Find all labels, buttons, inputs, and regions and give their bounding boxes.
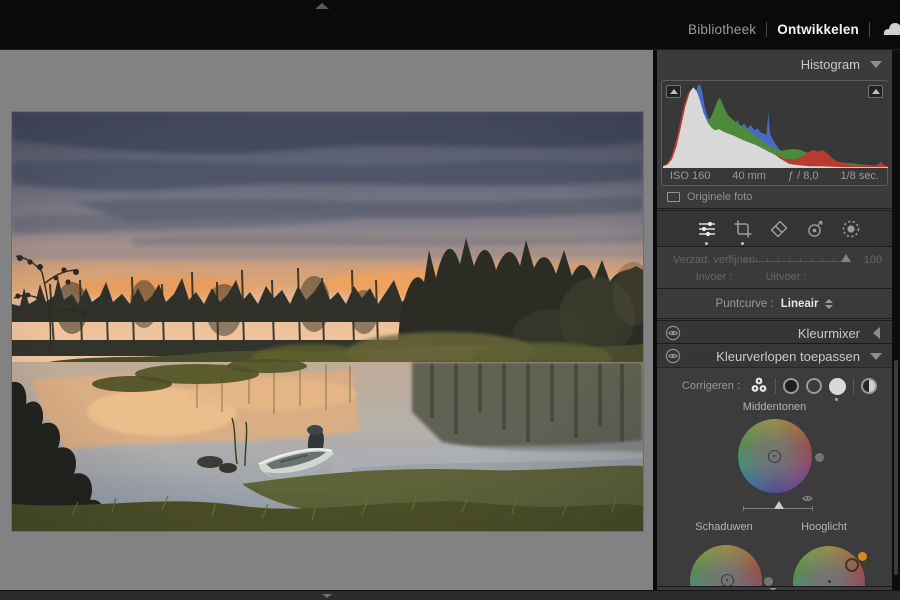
exif-aperture: ƒ / 8,0: [788, 170, 819, 182]
module-picker: Bibliotheek Ontwikkelen: [688, 0, 900, 50]
output-label: Uitvoer :: [751, 271, 821, 283]
photo-workspace[interactable]: [0, 50, 653, 590]
highlights-hue-dot[interactable]: [858, 552, 867, 561]
shadow-clipping-toggle[interactable]: [666, 85, 681, 98]
point-curve-row: Puntcurve : Lineair: [657, 290, 892, 319]
heal-icon[interactable]: [768, 217, 790, 241]
histogram-panel[interactable]: ISO 160 40 mm ƒ / 8,0 1/8 sec.: [661, 80, 888, 186]
point-curve-label: Puntcurve :: [716, 298, 774, 310]
filmstrip-collapse-bar[interactable]: [0, 590, 900, 600]
divider: [775, 378, 776, 394]
three-way-icon[interactable]: [750, 376, 768, 397]
triangle-icon: [872, 89, 880, 94]
photo: [12, 112, 643, 531]
exif-shutter: 1/8 sec.: [840, 170, 879, 182]
divider: [853, 378, 854, 394]
develop-right-panel: Histogram ISO 160 40 mm ƒ / 8,0 1/8 sec.…: [657, 50, 892, 590]
adjust-label: Corrigeren :: [682, 380, 740, 392]
color-grading-title: Kleurverlopen toepassen: [716, 349, 860, 364]
tab-library[interactable]: Bibliotheek: [688, 22, 756, 37]
exif-focal-length: 40 mm: [732, 170, 766, 182]
lightroom-window: Bibliotheek Ontwikkelen: [0, 0, 900, 600]
midtones-circle-icon[interactable]: [806, 378, 822, 394]
original-photo-label: Originele foto: [687, 191, 752, 203]
sliders-icon[interactable]: [696, 217, 718, 241]
slider-thumb[interactable]: [841, 254, 851, 262]
chevron-down-icon[interactable]: [870, 61, 882, 68]
wheel-center-marker[interactable]: [721, 574, 734, 586]
highlights-circle-icon[interactable]: [829, 378, 846, 395]
triangle-icon: [670, 89, 678, 94]
redeye-icon[interactable]: [804, 217, 826, 241]
point-curve-value[interactable]: Lineair: [781, 298, 819, 310]
histogram-chart[interactable]: [663, 82, 888, 168]
color-grading-header[interactable]: Kleurverlopen toepassen: [657, 345, 892, 368]
triangle-down-icon: [322, 594, 332, 598]
exif-iso: ISO 160: [670, 170, 710, 182]
updown-icon[interactable]: [825, 299, 833, 309]
divider: [766, 22, 767, 37]
wheel-center-marker[interactable]: [768, 450, 781, 463]
tool-strip: [657, 210, 892, 247]
chevron-left-icon[interactable]: [873, 327, 880, 339]
color-grading-body: Corrigeren : Middentonen: [657, 368, 892, 586]
slider-thumb[interactable]: [774, 501, 784, 509]
scrollbar-thumb[interactable]: [894, 360, 898, 575]
mask-icon[interactable]: [840, 217, 862, 241]
highlights-label: Hooglicht: [774, 521, 874, 533]
divider: [869, 22, 870, 37]
histogram-title: Histogram: [801, 57, 860, 72]
exif-row: ISO 160 40 mm ƒ / 8,0 1/8 sec.: [662, 170, 887, 182]
highlights-wheel-puck[interactable]: [845, 558, 859, 572]
top-panel-collapse-icon[interactable]: [315, 3, 329, 9]
wheel-side-dot[interactable]: [764, 577, 773, 586]
cloud-sync-icon[interactable]: [880, 19, 900, 39]
refine-saturation-slider[interactable]: [745, 261, 851, 262]
shadows-circle-icon[interactable]: [783, 378, 799, 394]
wheel-center-dot: [828, 580, 831, 583]
refine-saturation-label: Verzad. verfijnen: [673, 254, 755, 266]
input-label: Invoer :: [679, 271, 749, 283]
color-mixer-header[interactable]: Kleurmixer: [657, 320, 892, 344]
eye-icon[interactable]: [665, 348, 681, 364]
photo-vignette: [12, 112, 643, 531]
chevron-down-icon[interactable]: [870, 353, 882, 360]
tab-develop[interactable]: Ontwikkelen: [777, 22, 859, 37]
active-dot: [741, 242, 744, 245]
wheel-side-dot[interactable]: [815, 453, 824, 462]
top-bar: Bibliotheek Ontwikkelen: [0, 0, 900, 50]
eye-icon[interactable]: [665, 325, 681, 341]
crop-icon[interactable]: [732, 217, 754, 241]
midtones-label: Middentonen: [657, 401, 892, 413]
photo-canvas[interactable]: [12, 112, 643, 531]
tone-curve-section: Verzad. verfijnen 100 Invoer : Uitvoer :: [657, 248, 892, 289]
histogram-header[interactable]: Histogram: [657, 50, 892, 79]
adjust-mode-row: Corrigeren :: [657, 373, 892, 399]
eye-icon[interactable]: [801, 492, 814, 505]
refine-saturation-value: 100: [864, 254, 882, 266]
highlight-clipping-toggle[interactable]: [868, 85, 883, 98]
divider: [657, 208, 892, 209]
right-edge: [892, 50, 900, 590]
active-dot: [705, 242, 708, 245]
original-photo-row[interactable]: Originele foto: [667, 191, 752, 203]
global-circle-icon[interactable]: [861, 378, 877, 394]
color-mixer-title: Kleurmixer: [798, 326, 860, 341]
original-photo-checkbox[interactable]: [667, 192, 680, 202]
shadows-label: Schaduwen: [674, 521, 774, 533]
